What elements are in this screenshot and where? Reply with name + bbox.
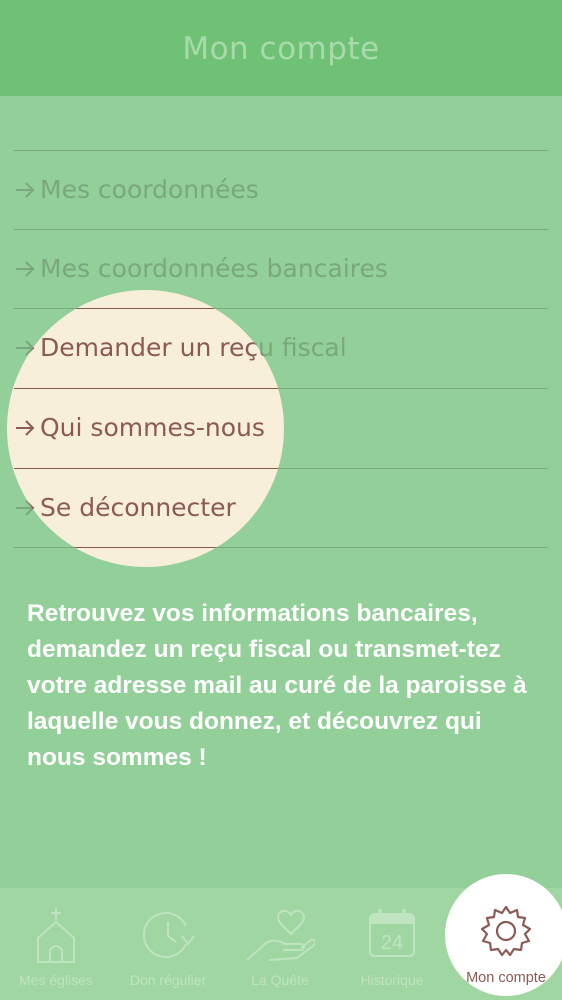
tab-la-quete[interactable]: La Quête [224, 888, 336, 1000]
menu-item-label: Mes coordonnées bancaires [40, 254, 388, 283]
tab-label: Mes églises [19, 972, 93, 988]
header-bar: Mon compte [0, 0, 562, 96]
heart-hand-icon [245, 908, 317, 968]
tab-label: Don régulier [129, 972, 207, 988]
menu-item-label: Demander un reçu fiscal [40, 333, 284, 362]
tab-label: Mon compte [466, 970, 546, 986]
menu-item-deconnecter[interactable]: Se déconnecter [14, 468, 284, 547]
clock-refresh-icon [140, 908, 196, 968]
menu-item-label: Qui sommes-nous [40, 413, 265, 442]
church-icon [34, 908, 78, 968]
tab-mes-eglises[interactable]: Mes églises [0, 888, 112, 1000]
tab-label: La Quête [251, 972, 309, 988]
menu-item-recu-fiscal[interactable]: Demander un reçu fiscal [14, 308, 284, 387]
menu-item-qui-sommes-nous[interactable]: Qui sommes-nous [14, 388, 284, 467]
arrow-right-icon [14, 258, 36, 280]
magnifier-highlight: Demander un reçu fiscal Qui sommes-nous … [7, 290, 284, 567]
tab-don-regulier[interactable]: Don régulier [112, 888, 224, 1000]
gear-icon [479, 904, 533, 962]
arrow-right-icon [14, 179, 36, 201]
arrow-right-icon [14, 337, 36, 359]
tab-historique[interactable]: 24 Historique [336, 888, 448, 1000]
menu-item-label: Se déconnecter [40, 493, 236, 522]
divider [14, 547, 284, 548]
arrow-right-icon [14, 497, 36, 519]
page-title: Mon compte [182, 31, 380, 67]
tab-mon-compte[interactable]: Mon compte [445, 874, 562, 1000]
arrow-right-icon [14, 417, 36, 439]
calendar-day: 24 [381, 932, 403, 954]
menu-item-coordonnees[interactable]: Mes coordonnées [14, 150, 548, 229]
menu-item-label: Mes coordonnées [40, 175, 259, 204]
tab-label: Historique [360, 972, 424, 988]
calendar-icon: 24 [368, 908, 416, 962]
feature-description: Retrouvez vos informations bancaires, de… [27, 600, 527, 771]
